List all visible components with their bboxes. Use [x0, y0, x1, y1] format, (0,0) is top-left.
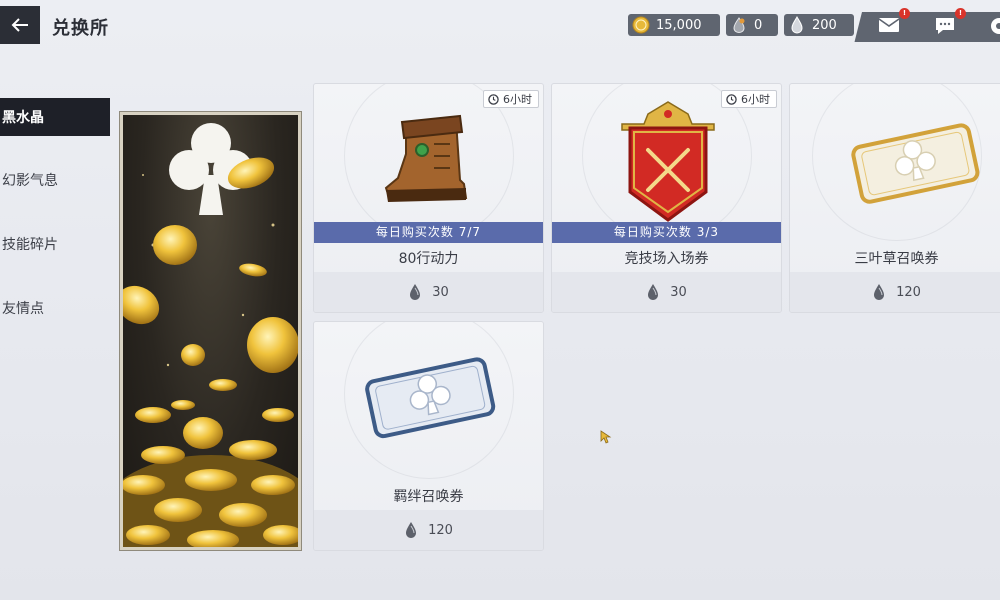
item-name: 三叶草召唤券 — [854, 251, 939, 267]
settings-icon — [991, 18, 1000, 34]
price-value: 120 — [896, 284, 921, 300]
stone-icon — [733, 17, 745, 34]
stone-currency[interactable]: 0 — [726, 14, 778, 36]
price-value: 30 — [432, 284, 449, 300]
silver-clover-ticket-icon — [365, 357, 496, 439]
black-crystal-icon — [410, 284, 421, 300]
sidebar-item-black-crystal[interactable]: 黑水晶 — [0, 98, 110, 136]
mail-button[interactable]: ! — [878, 8, 910, 38]
timer-label: 6小时 — [741, 93, 770, 106]
sidebar-item-label: 技能碎片 — [2, 237, 58, 253]
item-name: 80行动力 — [398, 251, 459, 267]
price-bar: 30 — [552, 272, 781, 312]
sidebar-item-label: 幻影气息 — [2, 173, 58, 189]
crystal-currency[interactable]: 200 — [784, 14, 854, 36]
clock-icon — [726, 93, 737, 105]
item-name: 竞技场入场券 — [624, 251, 709, 267]
chat-button[interactable]: ! — [934, 8, 966, 38]
sidebar-item-label: 黑水晶 — [2, 110, 44, 126]
chat-icon — [936, 18, 954, 34]
item-name: 羁绊召唤券 — [393, 489, 464, 505]
sidebar-item-friendship-points[interactable]: 友情点 — [0, 288, 110, 328]
back-arrow-icon — [11, 18, 28, 32]
shop-item-card[interactable]: 6小时 每日购买次数 7/7 80行动力 30 — [313, 83, 544, 313]
stone-amount: 0 — [754, 17, 763, 33]
purchase-limit: 每日购买次数 7/7 — [314, 222, 543, 243]
mouse-cursor-icon — [600, 430, 612, 444]
gold-coin-icon — [632, 16, 650, 34]
shop-item-card[interactable]: 6小时 每日购买次数 3/3 竞技场入场券 30 — [551, 83, 782, 313]
price-bar: 120 — [790, 272, 1000, 312]
refresh-timer: 6小时 — [721, 90, 777, 108]
black-crystal-icon — [791, 16, 803, 34]
promo-banner — [119, 111, 302, 551]
mail-icon — [878, 18, 900, 32]
shop-item-card[interactable]: 三叶草召唤券 120 — [789, 83, 1000, 313]
gold-coins-illustration — [123, 123, 298, 547]
sidebar-item-phantom-breath[interactable]: 幻影气息 — [0, 160, 110, 200]
shop-item-card[interactable]: 羁绊召唤券 120 — [313, 321, 544, 551]
sidebar-item-label: 友情点 — [2, 301, 44, 317]
price-bar: 120 — [314, 510, 543, 550]
clock-icon — [488, 93, 499, 105]
refresh-timer: 6小时 — [483, 90, 539, 108]
price-value: 120 — [428, 522, 453, 538]
black-crystal-icon — [648, 284, 659, 300]
price-bar: 30 — [314, 272, 543, 312]
crystal-amount: 200 — [812, 17, 837, 33]
timer-label: 6小时 — [503, 93, 532, 106]
black-crystal-icon — [874, 284, 885, 300]
gold-clover-ticket-icon — [851, 123, 980, 204]
settings-button[interactable] — [988, 16, 1000, 38]
page-title: 兑换所 — [52, 18, 109, 39]
black-crystal-icon — [406, 522, 417, 538]
chat-badge: ! — [955, 8, 966, 19]
mail-badge: ! — [899, 8, 910, 19]
price-value: 30 — [670, 284, 687, 300]
sidebar-item-skill-shards[interactable]: 技能碎片 — [0, 224, 110, 264]
back-button[interactable] — [0, 6, 40, 44]
notification-bar — [854, 12, 1000, 42]
gold-amount: 15,000 — [656, 17, 702, 33]
gold-currency[interactable]: 15,000 — [628, 14, 720, 36]
purchase-limit: 每日购买次数 3/3 — [552, 222, 781, 243]
sidebar: 黑水晶 幻影气息 技能碎片 友情点 — [0, 98, 110, 352]
